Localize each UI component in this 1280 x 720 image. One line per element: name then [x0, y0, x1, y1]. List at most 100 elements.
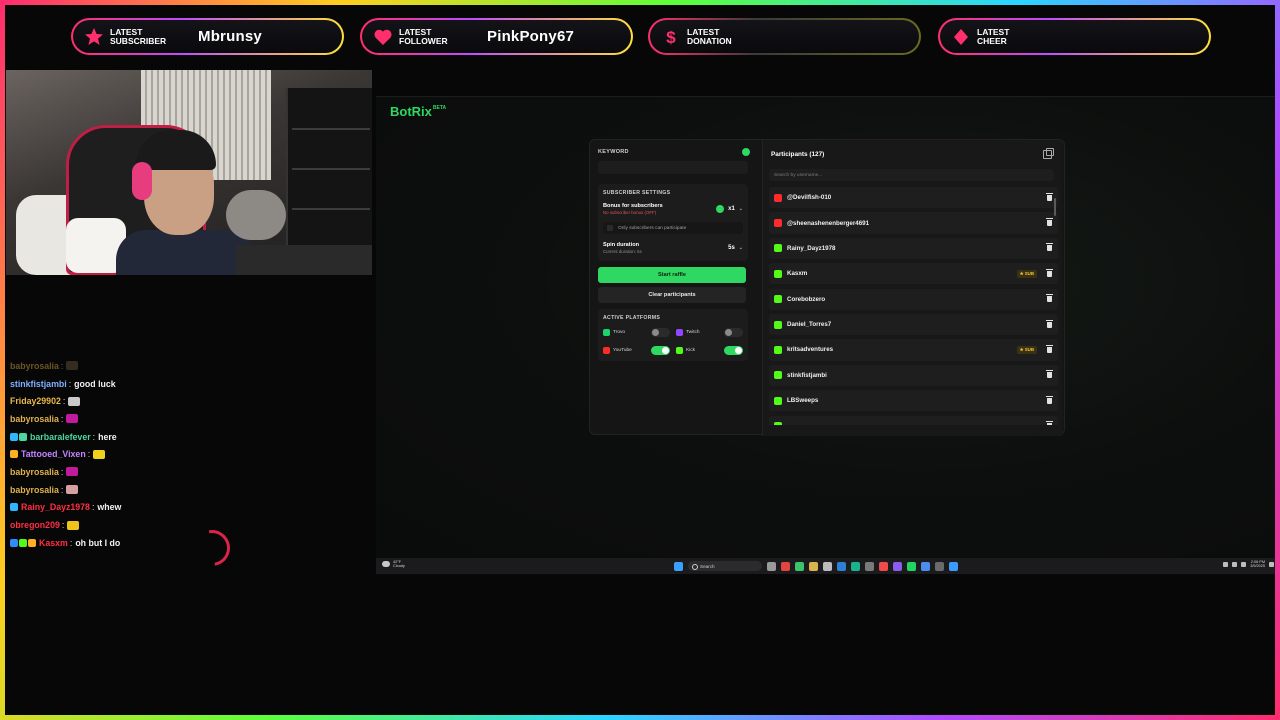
app-icon[interactable]	[851, 561, 860, 571]
info-icon[interactable]	[742, 148, 750, 156]
only-subscribers-checkbox[interactable]: Only subscribers can participate	[603, 222, 743, 234]
taskbar: 42°F Cloudy Search 2:06 PM 3/5/2025	[376, 558, 1280, 574]
participant-row[interactable]: Kasxm ★ SUB	[769, 263, 1058, 285]
trash-icon[interactable]	[1046, 192, 1053, 201]
alert-pill-follower: LATEST FOLLOWER PinkPony67	[360, 18, 633, 55]
clock[interactable]: 2:06 PM 3/5/2025	[1250, 560, 1265, 569]
start-raffle-button[interactable]: Start raffle	[598, 267, 746, 283]
badge-icon	[10, 503, 18, 512]
app-icon[interactable]	[949, 561, 958, 571]
chat-separator: :	[92, 431, 96, 442]
volume-icon[interactable]	[1241, 561, 1247, 567]
emote-icon	[66, 414, 79, 424]
participant-name: stinkfistjambi	[787, 371, 827, 379]
notification-icon[interactable]	[1269, 561, 1274, 567]
alert-pill-subscriber: LATEST SUBSCRIBER Mbrunsy	[71, 18, 344, 55]
chat-separator: :	[87, 449, 91, 460]
kick-toggle[interactable]	[724, 346, 743, 355]
chat-text: here	[98, 431, 117, 442]
trash-icon[interactable]	[1046, 294, 1053, 303]
alert-pill-donation: $ LATEST DONATION	[648, 18, 921, 55]
chat-overlay: babyrosalia: stinkfistjambi: good luck Frid…	[10, 357, 370, 552]
participant-name: Kasxm	[787, 270, 808, 278]
chat-separator: :	[61, 520, 65, 531]
participant-row[interactable]: LBSweeps	[769, 390, 1058, 412]
copy-icon[interactable]	[1043, 148, 1054, 159]
youtube-icon	[774, 219, 782, 228]
trash-icon[interactable]	[1046, 344, 1053, 353]
search-placeholder: Search by username...	[774, 172, 823, 178]
keyword-label: KEYWORD	[598, 149, 629, 155]
youtube-toggle[interactable]	[651, 346, 670, 355]
trash-icon[interactable]	[1046, 370, 1053, 379]
app-icon[interactable]	[935, 561, 944, 571]
app-icon[interactable]	[781, 561, 790, 571]
chat-separator: :	[60, 484, 64, 495]
botrix-logo[interactable]: BotRixBETA	[390, 104, 446, 119]
kick-icon	[774, 244, 782, 253]
app-icon[interactable]	[921, 561, 930, 571]
spin-duration-select[interactable]: 5s ⌄	[728, 245, 743, 251]
participant-row[interactable]: stinkfistjambi	[769, 364, 1058, 387]
youtube-icon	[774, 193, 782, 202]
trash-icon[interactable]	[1046, 218, 1053, 227]
info-icon	[716, 205, 725, 213]
trash-icon[interactable]	[1046, 268, 1053, 277]
participant-row[interactable]: Corebobzero	[769, 288, 1058, 310]
chevron-down-icon: ⌄	[738, 245, 743, 251]
participant-row[interactable]: Daniel_Torres7	[769, 313, 1058, 336]
bonus-select[interactable]: x1 ⌄	[716, 205, 743, 213]
app-icon[interactable]	[893, 561, 902, 571]
trash-icon[interactable]	[1046, 319, 1053, 328]
task-view-icon[interactable]	[767, 561, 776, 571]
keyword-input[interactable]	[598, 161, 748, 174]
scrollbar[interactable]	[1054, 198, 1056, 216]
alert-bar: LATEST SUBSCRIBER Mbrunsy LATEST FOLLOWER Pin…	[0, 0, 1280, 68]
trash-icon[interactable]	[1046, 421, 1053, 425]
participants-header: Participants (127)	[763, 140, 1062, 159]
trash-icon[interactable]	[1046, 395, 1053, 404]
app-icon[interactable]	[795, 561, 804, 571]
taskbar-search[interactable]: Search	[688, 561, 762, 571]
spotify-icon[interactable]	[907, 561, 916, 571]
cloud-icon	[382, 561, 390, 568]
windows-start-icon[interactable]	[674, 561, 683, 571]
weather-widget[interactable]: 42°F Cloudy	[382, 560, 405, 569]
folder-icon[interactable]	[809, 561, 818, 571]
platform-trovo: Trovo	[603, 328, 670, 337]
trash-icon[interactable]	[1046, 243, 1053, 252]
chat-separator: :	[60, 466, 64, 477]
participant-row[interactable]: @sheenashenenberger4691	[769, 212, 1058, 234]
spin-subtitle: Current duration: 5s	[603, 249, 642, 254]
participant-row[interactable]: @Devilfish-010	[769, 187, 1058, 209]
badge-icon	[10, 432, 18, 441]
chat-username: obregon209	[10, 520, 60, 531]
platform-name: Kick	[686, 348, 696, 353]
twitch-toggle[interactable]	[724, 328, 743, 337]
participants-title: Participants (127)	[771, 151, 825, 158]
webcam-feed	[6, 70, 372, 275]
platform-label-wrap: Trovo	[603, 329, 625, 336]
participant-row[interactable]: kritsadventures ★ SUB	[769, 339, 1058, 361]
chat-username: Kasxm	[39, 537, 68, 548]
browser-icon[interactable]	[837, 561, 846, 571]
network-icon[interactable]	[1232, 561, 1238, 567]
chat-separator: :	[60, 360, 64, 371]
subscriber-settings: SUBSCRIBER SETTINGS Bonus for subscriber…	[598, 184, 748, 261]
participant-row[interactable]: Rainy_Dayz1978	[769, 237, 1058, 260]
alert-pill-body: $ LATEST DONATION	[650, 20, 919, 53]
clear-participants-button[interactable]: Clear participants	[598, 287, 746, 303]
participant-row[interactable]	[769, 415, 1058, 425]
app-icon[interactable]	[879, 561, 888, 571]
badge-icon	[10, 538, 18, 547]
kick-icon	[774, 295, 782, 304]
chevron-up-icon[interactable]	[1223, 561, 1229, 567]
trovo-toggle[interactable]	[651, 328, 670, 337]
platform-name: Twitch	[686, 330, 700, 335]
active-platforms-title: ACTIVE PLATFORMS	[603, 315, 661, 321]
participant-name: Daniel_Torres7	[787, 321, 832, 329]
platform-name: Trovo	[613, 330, 626, 335]
app-icon[interactable]	[823, 561, 832, 571]
participant-search-input[interactable]: Search by username...	[769, 169, 1054, 181]
app-icon[interactable]	[865, 561, 874, 571]
